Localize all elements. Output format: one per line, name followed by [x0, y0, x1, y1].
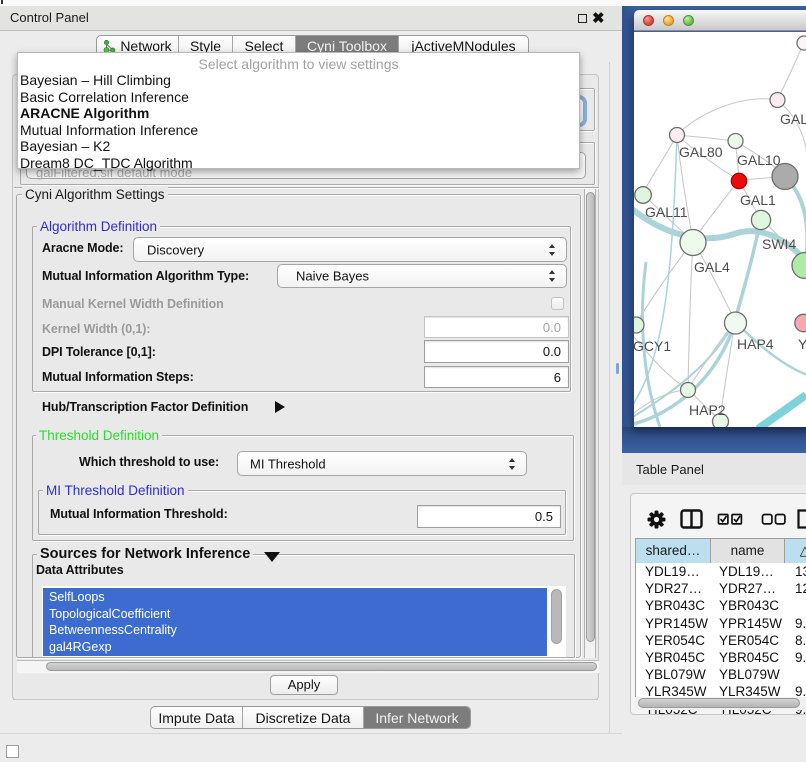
svg-text:GCY1: GCY1: [634, 338, 671, 354]
svg-text:GAL80: GAL80: [679, 144, 723, 160]
svg-text:SWI4: SWI4: [762, 236, 796, 252]
svg-text:GAL: GAL: [780, 111, 806, 127]
svg-text:HAP2: HAP2: [689, 402, 726, 418]
svg-text:GAL10: GAL10: [737, 152, 781, 168]
svg-text:GAL4: GAL4: [694, 259, 730, 275]
svg-text:Y: Y: [798, 336, 806, 352]
svg-text:HAP4: HAP4: [737, 336, 774, 352]
svg-text:GAL11: GAL11: [645, 204, 688, 220]
svg-text:GAL1: GAL1: [740, 192, 776, 208]
